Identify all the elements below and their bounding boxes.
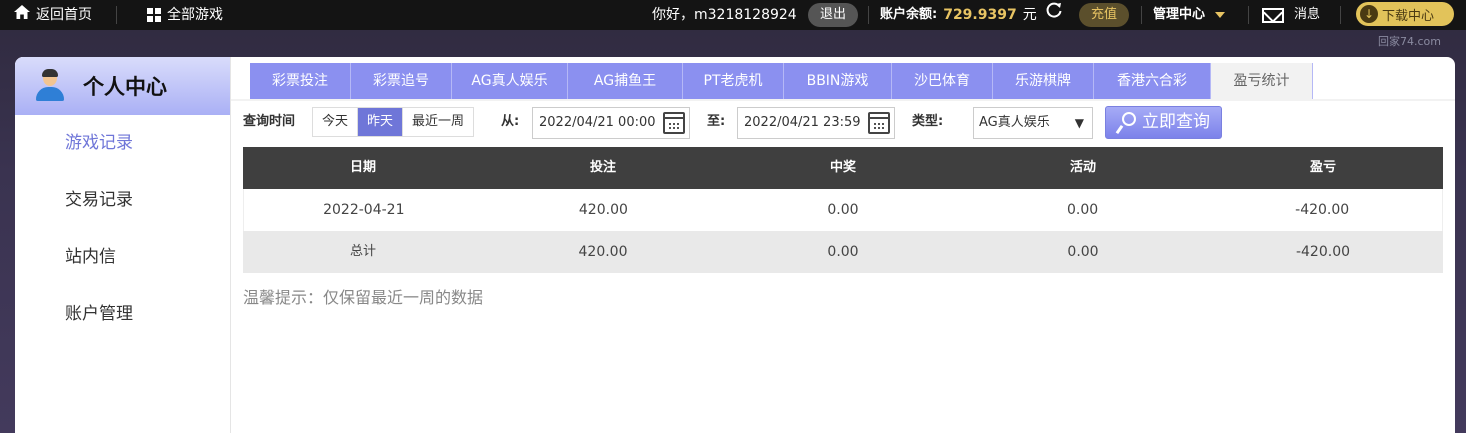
- divider: [1141, 6, 1142, 24]
- tab-leyou-chess[interactable]: 乐游棋牌: [993, 63, 1094, 100]
- download-icon: ↓: [1360, 5, 1378, 23]
- calendar-icon[interactable]: [868, 112, 890, 134]
- cell-win: 0.00: [827, 202, 859, 218]
- manage-center-label: 管理中心: [1153, 7, 1206, 22]
- currency-label: 元: [1022, 7, 1037, 23]
- column-header-win: 中奖: [829, 160, 856, 175]
- cell-total-profit: -420.00: [1295, 244, 1351, 260]
- range-today-button[interactable]: 今天: [313, 108, 359, 136]
- cell-profit: -420.00: [1295, 202, 1350, 218]
- tip-text: 温馨提示：仅保留最近一周的数据: [243, 288, 484, 307]
- to-date-input[interactable]: 2022/04/21 23:59: [737, 107, 895, 139]
- type-selected-value: AG真人娱乐: [979, 115, 1050, 130]
- tab-lottery-bets[interactable]: 彩票投注: [250, 63, 351, 100]
- table-row: 2022-04-21 420.00 0.00 0.00 -420.00: [243, 189, 1443, 231]
- results-table: 日期 投注 中奖 活动 盈亏 2022-04-21 420.00 0.00 0.…: [243, 147, 1443, 273]
- search-icon: [1115, 111, 1138, 135]
- balance-label: 账户余额:: [880, 7, 938, 22]
- logout-button[interactable]: 退出: [808, 3, 859, 27]
- tab-pt-slots[interactable]: PT老虎机: [683, 63, 784, 100]
- range-yesterday-button[interactable]: 昨天: [358, 108, 404, 136]
- cell-date: 2022-04-21: [323, 202, 405, 218]
- refresh-icon[interactable]: [1045, 0, 1063, 30]
- query-row: 查询时间 今天 昨天 最近一周 从: 2022/04/21 00:00 至: 2…: [243, 106, 1243, 139]
- all-games-label: 全部游戏: [167, 7, 223, 23]
- column-header-activity: 活动: [1069, 160, 1096, 175]
- tab-profit-loss[interactable]: 盈亏统计: [1211, 63, 1313, 100]
- messages-label: 消息: [1294, 7, 1321, 22]
- sidebar-item-game-records[interactable]: 游戏记录: [15, 115, 230, 172]
- download-center-button[interactable]: ↓ 下载中心: [1356, 2, 1454, 26]
- grid-icon: [147, 8, 161, 22]
- cell-activity: 0.00: [1066, 202, 1099, 218]
- type-label: 类型:: [912, 114, 944, 129]
- query-time-label: 查询时间: [243, 114, 296, 129]
- sidebar-title: 个人中心: [83, 75, 167, 99]
- tab-hk-mark-six[interactable]: 香港六合彩: [1094, 63, 1211, 100]
- column-header-date: 日期: [349, 160, 376, 175]
- total-row: 总计 420.00 0.00 0.00 -420.00: [243, 231, 1443, 273]
- tab-saba-sports[interactable]: 沙巴体育: [892, 63, 993, 100]
- column-header-profit: 盈亏: [1309, 160, 1336, 175]
- chevron-down-icon: [1215, 12, 1226, 18]
- to-label: 至:: [707, 114, 726, 129]
- tab-underline: [231, 99, 1455, 101]
- dropdown-arrow-icon: ▼: [1074, 116, 1084, 130]
- sidebar-item-account[interactable]: 账户管理: [15, 286, 230, 343]
- to-date-value: 2022/04/21 23:59: [744, 115, 861, 130]
- cell-total-activity: 0.00: [1067, 244, 1099, 260]
- divider: [868, 6, 869, 24]
- from-date-value: 2022/04/21 00:00: [539, 115, 656, 130]
- all-games-link[interactable]: 全部游戏: [147, 0, 223, 30]
- messages-link[interactable]: 消息: [1262, 0, 1320, 30]
- type-select[interactable]: AG真人娱乐 ▼: [973, 107, 1093, 139]
- balance-value: 729.9397: [943, 7, 1017, 23]
- divider: [116, 6, 117, 24]
- recharge-button[interactable]: 充值: [1079, 3, 1130, 27]
- sidebar-item-messages[interactable]: 站内信: [15, 229, 230, 286]
- sidebar-item-transactions[interactable]: 交易记录: [15, 172, 230, 229]
- top-bar: 返回首页 全部游戏 你好，m3218128924 退出 账户余额: 729.93…: [0, 0, 1466, 30]
- range-week-button[interactable]: 最近一周: [403, 108, 474, 136]
- tab-ag-live[interactable]: AG真人娱乐: [452, 63, 568, 100]
- watermark-text: 回家74.com: [1378, 35, 1441, 48]
- divider: [1340, 6, 1341, 24]
- tab-bbin[interactable]: BBIN游戏: [784, 63, 892, 100]
- from-label: 从:: [501, 114, 520, 129]
- table-header: 日期 投注 中奖 活动 盈亏: [243, 147, 1443, 189]
- home-link[interactable]: 返回首页: [14, 0, 92, 30]
- game-tabs: 彩票投注 彩票追号 AG真人娱乐 AG捕鱼王 PT老虎机 BBIN游戏 沙巴体育…: [250, 63, 1313, 100]
- download-label: 下载中心: [1382, 8, 1435, 24]
- column-header-bet: 投注: [589, 160, 616, 175]
- home-label: 返回首页: [36, 7, 92, 23]
- tab-lottery-chase[interactable]: 彩票追号: [351, 63, 452, 100]
- mail-icon: [1262, 7, 1284, 23]
- divider: [1248, 6, 1249, 24]
- cell-total-label: 总计: [349, 244, 376, 259]
- manage-center-menu[interactable]: 管理中心: [1153, 0, 1226, 30]
- sidebar: 个人中心 游戏记录 交易记录 站内信 账户管理: [15, 57, 231, 433]
- cell-total-bet: 420.00: [578, 244, 628, 260]
- search-button-label: 立即查询: [1142, 112, 1210, 132]
- calendar-icon[interactable]: [663, 112, 685, 134]
- from-date-input[interactable]: 2022/04/21 00:00: [532, 107, 690, 139]
- tab-ag-fishing[interactable]: AG捕鱼王: [568, 63, 683, 100]
- balance-area: 账户余额: 729.9397 元: [880, 0, 1063, 30]
- cell-total-win: 0.00: [827, 244, 859, 260]
- sidebar-header: 个人中心: [15, 57, 230, 115]
- search-button[interactable]: 立即查询: [1105, 106, 1222, 139]
- home-icon: [14, 0, 30, 30]
- greeting-text: 你好，m3218128924: [652, 7, 797, 23]
- cell-bet: 420.00: [578, 202, 628, 218]
- user-icon: [35, 69, 65, 102]
- range-selector: 今天 昨天 最近一周: [312, 107, 475, 137]
